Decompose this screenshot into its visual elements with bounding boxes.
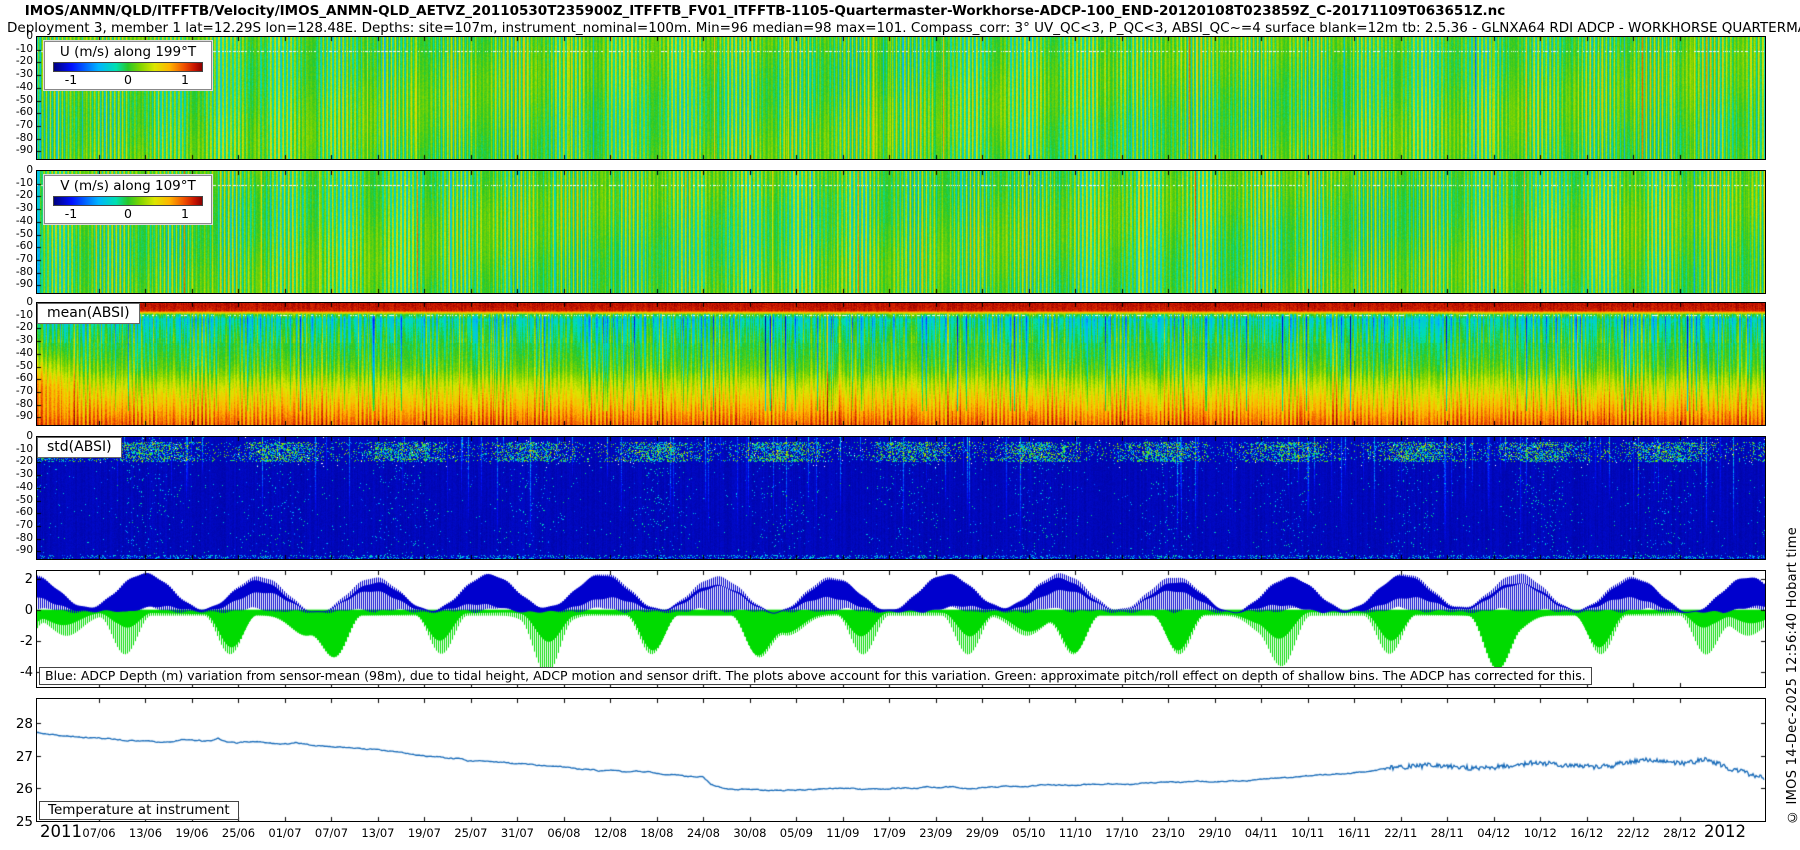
v-velocity-legend: V (m/s) along 109°T -1 0 1 (43, 174, 213, 225)
y-tick-label: -50 (15, 359, 33, 372)
y-tick-label: 0 (26, 430, 33, 442)
std-absi-plot: std(ABSI) (36, 436, 1766, 560)
x-tick-label: 28/12 (1663, 826, 1697, 840)
u-colorbar-ticks: -1 0 1 (51, 72, 205, 87)
y-tick-label: -70 (15, 118, 33, 131)
y-tick-label: 26 (15, 781, 33, 798)
y-tick-label: 0 (26, 164, 33, 176)
x-axis-year-end: 2012 (1704, 822, 1746, 841)
u-colorbar-tick: 1 (180, 72, 189, 87)
y-tick-label: -20 (15, 189, 33, 202)
y-tick-label: -30 (15, 68, 33, 81)
y-tick-label: -60 (15, 106, 33, 119)
y-tick-label: -20 (15, 55, 33, 68)
temperature-plot: Temperature at instrument (36, 698, 1766, 822)
y-tick-label: -70 (15, 384, 33, 397)
panel-v-velocity: V (m/s) along 109°T -1 0 1 (36, 170, 1766, 294)
v-velocity-plot: V (m/s) along 109°T -1 0 1 (36, 170, 1766, 294)
y-tick-label: -80 (15, 265, 33, 278)
mean-absi-plot: mean(ABSI) (36, 302, 1766, 426)
y-tick-label: -40 (15, 80, 33, 93)
panel-u-velocity: U (m/s) along 199°T -1 0 1 (36, 36, 1766, 160)
y-tick-label: 27 (15, 748, 33, 765)
std-absi-label: std(ABSI) (37, 437, 122, 458)
u-velocity-heatmap-canvas (37, 37, 1765, 159)
v-velocity-heatmap-canvas (37, 171, 1765, 293)
v-colorbar-ticks: -1 0 1 (51, 206, 205, 221)
depth-variation-plot: Blue: ADCP Depth (m) variation from sens… (36, 570, 1766, 688)
u-velocity-plot: U (m/s) along 199°T -1 0 1 (36, 36, 1766, 160)
y-tick-label: -40 (15, 214, 33, 227)
panel-depth-variation: Blue: ADCP Depth (m) variation from sens… (36, 570, 1766, 688)
y-tick-label: -10 (15, 176, 33, 189)
panel-temperature: Temperature at instrument (36, 698, 1766, 822)
v-colorbar-tick: 1 (180, 206, 189, 221)
y-tick-label: -30 (15, 202, 33, 215)
y-tick-label: 28 (15, 716, 33, 733)
y-tick-label: -90 (15, 278, 33, 291)
y-tick-label: -20 (15, 455, 33, 468)
y-tick-label: -70 (15, 518, 33, 531)
y-tick-label: -2 (20, 633, 33, 649)
y-tick-label: 0 (26, 296, 33, 308)
y-tick-label: -80 (15, 397, 33, 410)
y-tick-label: 25 (15, 814, 33, 830)
y-tick-label: -10 (15, 42, 33, 55)
panel-std-absi: std(ABSI) (36, 436, 1766, 560)
y-tick-label: -50 (15, 493, 33, 506)
std-absi-heatmap-canvas (37, 437, 1765, 559)
y-tick-label: -90 (15, 544, 33, 557)
y-tick-label: -80 (15, 131, 33, 144)
mean-absi-heatmap-canvas (37, 303, 1765, 425)
y-tick-label: -60 (15, 372, 33, 385)
y-tick-label: -30 (15, 468, 33, 481)
y-tick-label: 0 (26, 30, 33, 42)
figure-title: IMOS/ANMN/QLD/ITFFTB/Velocity/IMOS_ANMN-… (24, 3, 1506, 19)
v-colorbar-tick: -1 (64, 206, 78, 221)
v-colorbar (53, 196, 203, 206)
mean-absi-label: mean(ABSI) (37, 303, 140, 324)
v-legend-title: V (m/s) along 109°T (60, 178, 196, 194)
y-tick-label: -10 (15, 442, 33, 455)
u-colorbar (53, 62, 203, 72)
v-colorbar-tick: 0 (124, 206, 132, 221)
temperature-canvas (37, 699, 1765, 821)
y-tick-label: -90 (15, 410, 33, 423)
u-colorbar-tick: -1 (64, 72, 78, 87)
y-tick-label: -70 (15, 252, 33, 265)
y-tick-label: -50 (15, 93, 33, 106)
y-tick-label: -4 (20, 664, 33, 680)
y-tick-label: -90 (15, 144, 33, 157)
y-tick-label: 2 (24, 571, 33, 587)
y-tick-label: -80 (15, 531, 33, 544)
adcp-figure: IMOS/ANMN/QLD/ITFFTB/Velocity/IMOS_ANMN-… (0, 0, 1800, 850)
panel-mean-absi: mean(ABSI) (36, 302, 1766, 426)
y-tick-label: -20 (15, 321, 33, 334)
y-tick-label: -10 (15, 308, 33, 321)
y-tick-label: -40 (15, 480, 33, 493)
copyright-stamp: © IMOS 14-Dec-2025 12:56:40 Hobart time (1785, 526, 1800, 824)
figure-subtitle: Deployment 3, member 1 lat=12.29S lon=12… (7, 20, 1800, 36)
u-legend-title: U (m/s) along 199°T (59, 44, 197, 60)
y-tick-label: -30 (15, 334, 33, 347)
y-tick-label: -60 (15, 240, 33, 253)
y-tick-label: -50 (15, 227, 33, 240)
y-tick-label: -40 (15, 346, 33, 359)
y-tick-label: 0 (24, 602, 33, 618)
y-tick-label: -60 (15, 506, 33, 519)
u-colorbar-tick: 0 (124, 72, 132, 87)
u-velocity-legend: U (m/s) along 199°T -1 0 1 (43, 40, 213, 91)
temperature-label: Temperature at instrument (39, 801, 239, 820)
depth-variation-caption: Blue: ADCP Depth (m) variation from sens… (39, 667, 1592, 685)
